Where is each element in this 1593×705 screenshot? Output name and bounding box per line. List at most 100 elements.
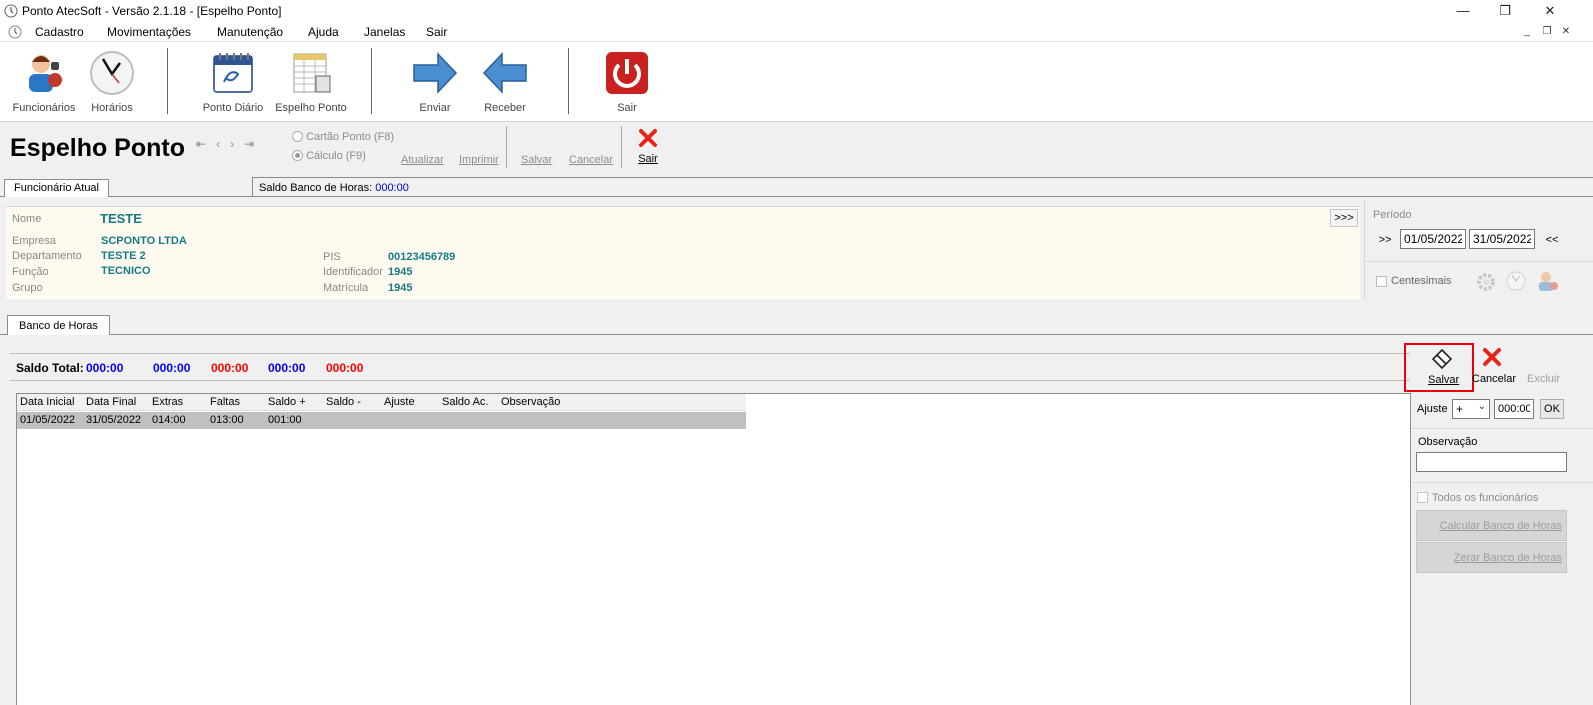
salvar-side-button[interactable]: Salvar [1404,343,1474,392]
saldo-banco-panel: Saldo Banco de Horas: 000:00 [252,177,1593,197]
enviar-button[interactable]: Enviar [398,48,472,118]
periodo-next-button[interactable]: << [1540,230,1564,250]
observacao-input[interactable] [1416,452,1567,472]
first-record-icon[interactable]: ⇤ [196,137,216,151]
toolbar-separator [371,48,372,114]
funcao-value: TECNICO [101,265,151,277]
arrow-left-icon [482,52,527,94]
col-observacao[interactable]: Observação [501,396,560,408]
col-ajuste[interactable]: Ajuste [384,396,415,408]
grid-header: Data Inicial Data Final Extras Faltas Sa… [17,394,746,411]
tab-banco-horas[interactable]: Banco de Horas [7,315,110,335]
close-icon[interactable]: ✕ [1540,2,1560,20]
cancelar-form-button[interactable]: Cancelar [569,154,613,166]
departamento-value: TESTE 2 [101,250,146,262]
saldo-total-value: 000:00 [268,361,306,375]
employee-small-icon[interactable] [1535,269,1559,293]
mdi-restore-icon[interactable]: ❐ [1541,26,1553,38]
menu-cadastro[interactable]: Cadastro [35,25,84,39]
ajuste-label: Ajuste [1417,403,1448,415]
atualizar-button[interactable]: Atualizar [401,154,444,166]
close-x-icon [1483,348,1501,366]
centesimais-checkbox[interactable] [1376,276,1387,287]
receber-button[interactable]: Receber [468,48,542,118]
divider [1413,428,1593,429]
ajuste-value-input[interactable] [1494,399,1534,419]
divider [10,353,1410,354]
col-data-final[interactable]: Data Final [86,396,136,408]
ok-button[interactable]: OK [1540,399,1564,419]
minimize-icon[interactable]: — [1453,2,1473,20]
prev-record-icon[interactable]: ‹ [216,137,230,151]
zerar-banco-button[interactable]: Zerar Banco de Horas [1416,542,1567,573]
periodo-panel: Período >> << Centesimais [1364,200,1593,300]
last-record-icon[interactable]: ⇥ [244,137,264,151]
periodo-inicio-input[interactable] [1400,229,1466,249]
employee-info-panel: Nome TESTE >>> Empresa SCPONTO LTDA Depa… [6,206,1360,299]
cancelar-side-button[interactable]: Cancelar [1472,347,1516,389]
radio-cartao-ponto[interactable]: Cartão Ponto (F8) [292,131,394,143]
col-faltas[interactable]: Faltas [210,396,240,408]
funcionarios-button[interactable]: Funcionários [7,48,81,118]
sair-form-button[interactable]: Sair [634,128,662,170]
divider [1413,482,1593,483]
employee-icon [29,55,62,92]
col-data-inicial[interactable]: Data Inicial [20,396,74,408]
toolbar-separator [167,48,168,114]
radio-circle-checked[interactable] [292,150,303,161]
record-navigator: ⇤‹›⇥ [196,137,264,151]
tab-line [0,334,1593,335]
espelho-ponto-button[interactable]: Espelho Ponto [274,48,348,118]
table-row[interactable]: 01/05/2022 31/05/2022 014:00 013:00 001:… [17,412,746,429]
menu-sair[interactable]: Sair [426,25,447,39]
mdi-close-icon[interactable]: ✕ [1560,26,1572,38]
ajuste-sign-select[interactable]: + ⌄ [1452,399,1490,419]
col-extras[interactable]: Extras [152,396,183,408]
radio-calculo[interactable]: Cálculo (F9) [292,150,366,162]
sair-toolbar-button[interactable]: Sair [590,48,664,118]
saldo-total-value: 000:00 [211,361,249,375]
todos-funcionarios-checkbox[interactable] [1417,492,1428,503]
radio-circle[interactable] [292,131,303,142]
menu-movimentacoes[interactable]: Movimentações [107,25,191,39]
salvar-form-button[interactable]: Salvar [521,154,552,166]
periodo-fim-input[interactable] [1469,229,1535,249]
excluir-side-button[interactable]: Excluir [1527,373,1560,385]
page-title: Espelho Ponto [10,134,185,162]
calcular-banco-button[interactable]: Calcular Banco de Horas [1416,510,1567,541]
divider [1365,261,1593,262]
horarios-button[interactable]: Horários [75,48,149,118]
menu-manutencao[interactable]: Manutenção [217,25,283,39]
mdi-minimize-icon[interactable]: _ [1521,26,1533,38]
saldo-total-value: 000:00 [326,361,364,375]
mdi-clock-icon[interactable] [8,25,22,39]
cell-data-final: 31/05/2022 [86,414,142,426]
periodo-prev-button[interactable]: >> [1373,230,1397,250]
menu-janelas[interactable]: Janelas [364,25,405,39]
calendar-icon [213,53,253,93]
saldo-total-label: Saldo Total: [16,361,84,375]
col-saldo-menos[interactable]: Saldo - [326,396,361,408]
banco-horas-grid[interactable]: Data Inicial Data Final Extras Faltas Sa… [16,393,1411,705]
expand-button[interactable]: >>> [1330,209,1358,227]
title-bar: Ponto AtecSoft - Versão 2.1.18 - [Espelh… [0,0,1593,22]
next-record-icon[interactable]: › [230,137,244,151]
saldo-total-value: 000:00 [86,361,124,375]
col-saldo-mais[interactable]: Saldo + [268,396,306,408]
arrow-right-icon [413,52,458,94]
clock-small-icon[interactable] [1505,270,1527,292]
imprimir-button[interactable]: Imprimir [459,154,499,166]
divider [1410,393,1411,705]
saldo-banco-value: 000:00 [375,182,409,194]
restore-icon[interactable]: ❐ [1495,2,1515,20]
col-saldo-ac[interactable]: Saldo Ac. [442,396,488,408]
divider [10,380,1410,381]
ponto-diario-button[interactable]: Ponto Diário [196,48,270,118]
menu-ajuda[interactable]: Ajuda [308,25,339,39]
window-title: Ponto AtecSoft - Versão 2.1.18 - [Espelh… [22,4,282,18]
menu-bar: Cadastro Movimentações Manutenção Ajuda … [0,22,1593,42]
identificador-value: 1945 [388,266,413,278]
tab-funcionario-atual[interactable]: Funcionário Atual [4,179,109,197]
cell-data-inicial: 01/05/2022 [20,414,76,426]
gear-icon[interactable] [1475,271,1497,293]
